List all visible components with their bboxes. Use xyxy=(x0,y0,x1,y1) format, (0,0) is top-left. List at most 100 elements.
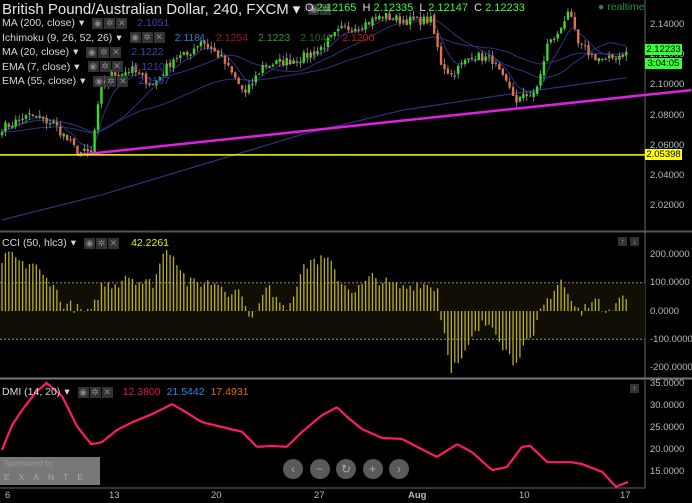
candle-body xyxy=(408,16,412,25)
dmi-tick: 25.0000 xyxy=(650,422,685,433)
visibility-icon[interactable]: ◉ xyxy=(84,237,96,249)
close-icon[interactable]: ✕ xyxy=(110,46,122,58)
candle-body xyxy=(515,94,518,103)
move-up-icon[interactable]: ↑ xyxy=(618,237,627,246)
candle-body xyxy=(316,51,319,54)
candle-body xyxy=(7,123,11,127)
indicator-value: 2.1222 xyxy=(131,46,164,58)
chevron-down-icon[interactable]: ▾ xyxy=(71,237,76,249)
candle-body xyxy=(553,38,556,41)
candle-body xyxy=(210,46,213,49)
visibility-icon[interactable]: ◉ xyxy=(129,32,141,43)
candle-body xyxy=(230,66,234,73)
ohlc-readout: O 2.12165 H 2.12335 L 2.12147 C 2.12233 xyxy=(305,2,525,14)
candle-body xyxy=(278,58,282,62)
candle-body xyxy=(412,16,415,20)
zoom-out-button[interactable]: − xyxy=(309,459,330,479)
reset-button[interactable]: ↻ xyxy=(336,459,356,479)
indicator-label[interactable]: Ichimoku (9, 26, 52, 26) xyxy=(2,32,112,44)
chevron-down-icon[interactable]: ▾ xyxy=(293,0,301,18)
candle-body xyxy=(28,113,31,115)
chevron-down-icon[interactable]: ▾ xyxy=(79,17,84,29)
candle-body xyxy=(460,63,463,65)
close-icon[interactable]: ✕ xyxy=(111,61,123,72)
indicator-legend: Ichimoku (9, 26, 52, 26) ▾ ◉ ✲ ✕ 2.1181 2.1254… xyxy=(2,32,374,44)
chart-title[interactable]: British Pound/Australian Dollar, 240, FX… xyxy=(2,0,332,18)
visibility-icon[interactable]: ◉ xyxy=(86,46,98,58)
candle-body xyxy=(357,29,360,31)
candle-body xyxy=(14,119,17,127)
gear-icon[interactable]: ✲ xyxy=(98,46,110,58)
scroll-left-button[interactable]: ‹ xyxy=(283,459,303,479)
candle-body xyxy=(505,74,508,81)
candle-body xyxy=(45,117,48,124)
candle-body xyxy=(35,116,38,118)
visibility-icon[interactable]: ◉ xyxy=(77,386,89,398)
visibility-icon[interactable]: ◉ xyxy=(93,75,105,87)
price-tick: 2.14000 xyxy=(650,19,685,30)
gear-icon[interactable]: ✲ xyxy=(105,75,117,87)
gear-icon[interactable]: ✲ xyxy=(96,237,108,249)
candle-body xyxy=(41,117,45,119)
close-icon[interactable]: ✕ xyxy=(116,17,128,29)
candle-body xyxy=(439,46,443,65)
candle-body xyxy=(487,55,491,57)
indicator-legend: MA (20, close) ▾ ◉ ✲ ✕ 2.1222 xyxy=(2,46,164,58)
open-value: 2.12165 xyxy=(316,2,357,14)
candle-body xyxy=(254,75,258,83)
visibility-icon[interactable]: ◉ xyxy=(87,61,99,72)
candle-body xyxy=(511,87,515,96)
chevron-down-icon[interactable]: ▾ xyxy=(80,75,85,87)
close-icon[interactable]: ✕ xyxy=(101,386,113,398)
indicator-label[interactable]: MA (20, close) xyxy=(2,46,69,58)
cci-tick: 200.0000 xyxy=(650,249,690,260)
candle-body xyxy=(566,11,570,20)
candle-body xyxy=(292,60,295,64)
indicator-label[interactable]: MA (200, close) xyxy=(2,17,75,29)
gear-icon[interactable]: ✲ xyxy=(104,17,116,29)
candle-body xyxy=(604,58,607,60)
time-tick: Aug xyxy=(408,490,427,501)
close-icon[interactable]: ✕ xyxy=(117,75,129,87)
gear-icon[interactable]: ✲ xyxy=(89,386,101,398)
chevron-down-icon[interactable]: ▾ xyxy=(74,61,79,73)
zoom-in-button[interactable]: + xyxy=(362,459,383,479)
cci-band xyxy=(0,282,645,340)
candle-body xyxy=(0,132,4,136)
move-down-icon[interactable]: ↓ xyxy=(630,237,639,246)
indicator-value: 2.1254 xyxy=(215,31,249,44)
chevron-down-icon[interactable]: ▾ xyxy=(73,46,78,58)
candle-body xyxy=(220,54,223,57)
candle-body xyxy=(65,134,69,140)
close-icon[interactable]: ✕ xyxy=(108,237,120,249)
candle-body xyxy=(525,94,528,97)
candle-body xyxy=(323,47,326,49)
chevron-down-icon[interactable]: ▾ xyxy=(64,386,69,398)
symbol-title: British Pound/Australian Dollar, 240, FX… xyxy=(2,0,289,18)
cci-tick: -200.0000 xyxy=(650,362,692,374)
gear-icon[interactable]: ✲ xyxy=(99,61,111,72)
last-price-tag: 2.12233 xyxy=(645,44,682,55)
sponsor-badge[interactable]: Sponsored by EXANTE xyxy=(0,457,100,485)
indicator-label[interactable]: EMA (7, close) xyxy=(2,61,70,73)
indicator-value: 2.1181 xyxy=(174,31,206,44)
move-up-icon[interactable]: ↑ xyxy=(630,384,639,393)
gear-icon[interactable]: ✲ xyxy=(141,32,153,43)
candle-body xyxy=(216,50,220,58)
chevron-down-icon[interactable]: ▾ xyxy=(116,32,121,44)
indicator-legend: EMA (55, close) ▾ ◉ ✲ ✕ 2.1197 xyxy=(2,75,170,87)
candle-body xyxy=(306,52,309,58)
candle-body xyxy=(484,56,487,61)
indicator-label[interactable]: EMA (55, close) xyxy=(2,75,76,87)
close-value: 2.12233 xyxy=(485,2,525,14)
candle-body xyxy=(587,44,590,56)
time-tick: 6 xyxy=(5,490,11,501)
visibility-icon[interactable]: ◉ xyxy=(92,17,104,29)
candle-body xyxy=(583,45,587,47)
candle-body xyxy=(426,16,429,24)
close-icon[interactable]: ✕ xyxy=(153,32,165,43)
scroll-right-button[interactable]: › xyxy=(389,459,409,479)
cci-tick: -100.0000 xyxy=(650,333,692,345)
candle-body xyxy=(196,45,199,48)
candle-body xyxy=(244,89,247,93)
